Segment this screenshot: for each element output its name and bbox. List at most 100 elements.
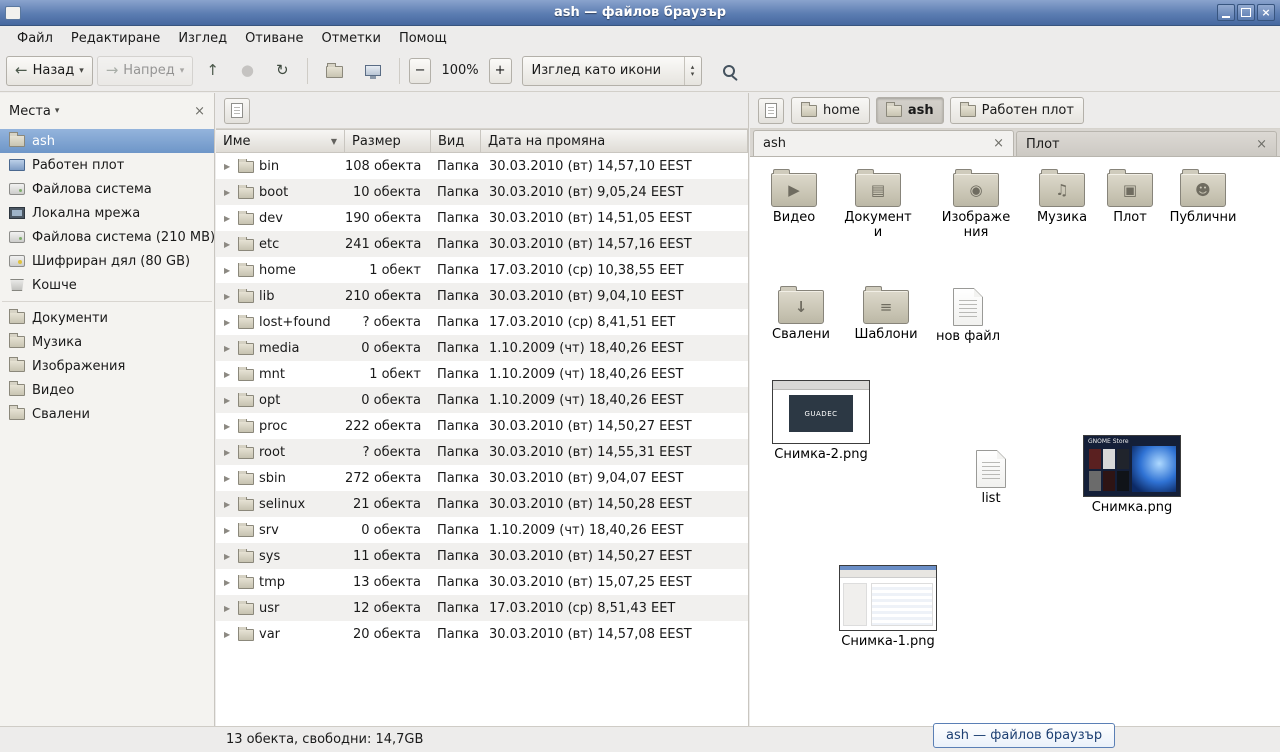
table-row[interactable]: ▶ srv 0 обекта Папка 1.10.2009 (чт) 18,4…: [216, 517, 748, 543]
icon-item[interactable]: GUADEC Снимка-2.png: [769, 380, 873, 463]
tab[interactable]: Плот ×: [1016, 131, 1277, 156]
table-row[interactable]: ▶ root ? обекта Папка 30.03.2010 (вт) 14…: [216, 439, 748, 465]
sidebar-place-item[interactable]: Кошче: [0, 273, 214, 297]
expander-icon[interactable]: ▶: [224, 422, 233, 431]
table-row[interactable]: ▶ opt 0 обекта Папка 1.10.2009 (чт) 18,4…: [216, 387, 748, 413]
icon-item[interactable]: Музика: [1025, 173, 1099, 226]
expander-icon[interactable]: ▶: [224, 604, 233, 613]
table-row[interactable]: ▶ selinux 21 обекта Папка 30.03.2010 (вт…: [216, 491, 748, 517]
tab-close-icon[interactable]: ×: [993, 137, 1004, 150]
up-button[interactable]: ↑: [197, 56, 228, 86]
maximize-button[interactable]: [1237, 4, 1255, 21]
icon-item[interactable]: Видео: [757, 173, 831, 226]
path-button[interactable]: Работен плот: [950, 97, 1084, 124]
home-folder-button[interactable]: [317, 56, 352, 86]
view-mode-select[interactable]: Изглед като икони ▴▾: [522, 56, 702, 86]
menu-item[interactable]: Отметки: [312, 29, 389, 48]
table-row[interactable]: ▶ tmp 13 обекта Папка 30.03.2010 (вт) 15…: [216, 569, 748, 595]
menu-item[interactable]: Отиване: [236, 29, 312, 48]
sidebar-place-item[interactable]: ash: [0, 129, 214, 153]
expander-icon[interactable]: ▶: [224, 526, 233, 535]
expander-icon[interactable]: ▶: [224, 552, 233, 561]
sidebar-place-item[interactable]: Файлова система: [0, 177, 214, 201]
tab-close-icon[interactable]: ×: [1256, 138, 1267, 151]
table-row[interactable]: ▶ lib 210 обекта Папка 30.03.2010 (вт) 9…: [216, 283, 748, 309]
expander-icon[interactable]: ▶: [224, 396, 233, 405]
column-header-name[interactable]: Име ▼: [216, 129, 345, 153]
close-button[interactable]: ×: [1257, 4, 1275, 21]
expander-icon[interactable]: ▶: [224, 214, 233, 223]
expander-icon[interactable]: ▶: [224, 344, 233, 353]
expander-icon[interactable]: ▶: [224, 370, 233, 379]
column-header-date[interactable]: Дата на промяна: [481, 129, 748, 153]
expander-icon[interactable]: ▶: [224, 318, 233, 327]
column-header-type[interactable]: Вид: [431, 129, 481, 153]
table-row[interactable]: ▶ sys 11 обекта Папка 30.03.2010 (вт) 14…: [216, 543, 748, 569]
zoom-out-button[interactable]: −: [409, 58, 432, 84]
table-row[interactable]: ▶ sbin 272 обекта Папка 30.03.2010 (вт) …: [216, 465, 748, 491]
menu-item[interactable]: Изглед: [169, 29, 236, 48]
stop-button[interactable]: ●: [232, 56, 263, 86]
icon-item[interactable]: Снимка-1.png: [836, 565, 940, 650]
table-row[interactable]: ▶ etc 241 обекта Папка 30.03.2010 (вт) 1…: [216, 231, 748, 257]
table-row[interactable]: ▶ media 0 обекта Папка 1.10.2009 (чт) 18…: [216, 335, 748, 361]
table-row[interactable]: ▶ lost+found ? обекта Папка 17.03.2010 (…: [216, 309, 748, 335]
expander-icon[interactable]: ▶: [224, 448, 233, 457]
sidebar-place-item[interactable]: Музика: [0, 330, 214, 354]
reload-button[interactable]: ↻: [267, 56, 298, 86]
column-header-size[interactable]: Размер: [345, 129, 431, 153]
table-row[interactable]: ▶ mnt 1 обект Папка 1.10.2009 (чт) 18,40…: [216, 361, 748, 387]
icon-item[interactable]: list: [954, 450, 1028, 507]
icon-item[interactable]: Шаблони: [849, 290, 923, 343]
sidebar-place-item[interactable]: Локална мрежа: [0, 201, 214, 225]
expander-icon[interactable]: ▶: [224, 240, 233, 249]
table-row[interactable]: ▶ var 20 обекта Папка 30.03.2010 (вт) 14…: [216, 621, 748, 647]
sidebar-place-item[interactable]: Видео: [0, 378, 214, 402]
icon-item[interactable]: нов файл: [931, 288, 1005, 345]
zoom-in-button[interactable]: +: [489, 58, 512, 84]
search-button[interactable]: [714, 56, 744, 86]
pane-toggle-button[interactable]: [224, 98, 250, 124]
menu-item[interactable]: Редактиране: [62, 29, 169, 48]
icon-item[interactable]: Изображения: [939, 173, 1013, 241]
table-row[interactable]: ▶ bin 108 обекта Папка 30.03.2010 (вт) 1…: [216, 153, 748, 179]
icon-item[interactable]: Документи: [841, 173, 915, 241]
chevron-down-icon[interactable]: ▾: [55, 106, 60, 116]
icon-item[interactable]: Свалени: [764, 290, 838, 343]
sidebar-place-item[interactable]: Файлова система (210 MB): [0, 225, 214, 249]
sidebar-place-item[interactable]: Изображения: [0, 354, 214, 378]
table-row[interactable]: ▶ proc 222 обекта Папка 30.03.2010 (вт) …: [216, 413, 748, 439]
expander-icon[interactable]: ▶: [224, 292, 233, 301]
table-row[interactable]: ▶ boot 10 обекта Папка 30.03.2010 (вт) 9…: [216, 179, 748, 205]
sidebar-place-item[interactable]: Шифриран дял (80 GB): [0, 249, 214, 273]
expander-icon[interactable]: ▶: [224, 578, 233, 587]
path-button[interactable]: home: [791, 97, 870, 124]
computer-button[interactable]: [356, 56, 390, 86]
forward-button[interactable]: → Напред ▾: [97, 56, 194, 86]
expander-icon[interactable]: ▶: [224, 266, 233, 275]
table-row[interactable]: ▶ home 1 обект Папка 17.03.2010 (ср) 10,…: [216, 257, 748, 283]
menu-item[interactable]: Помощ: [390, 29, 456, 48]
icon-item[interactable]: Плот: [1093, 173, 1167, 226]
expander-icon[interactable]: ▶: [224, 162, 233, 171]
sidebar-close-icon[interactable]: ×: [194, 105, 205, 118]
sidebar-place-item[interactable]: Документи: [0, 306, 214, 330]
sidebar-place-item[interactable]: Свалени: [0, 402, 214, 426]
taskbar-window-button[interactable]: ash — файлов браузър: [933, 723, 1115, 748]
pane-toggle-button[interactable]: [758, 98, 784, 124]
sidebar-place-item[interactable]: Работен плот: [0, 153, 214, 177]
back-button[interactable]: ← Назад ▾: [6, 56, 93, 86]
expander-icon[interactable]: ▶: [224, 630, 233, 639]
tab[interactable]: ash ×: [753, 130, 1014, 156]
expander-icon[interactable]: ▶: [224, 474, 233, 483]
folder-icon: [9, 408, 25, 420]
expander-icon[interactable]: ▶: [224, 500, 233, 509]
icon-item[interactable]: GNOME Store Снимка.png: [1080, 435, 1184, 516]
menu-item[interactable]: Файл: [8, 29, 62, 48]
path-button[interactable]: ash: [876, 97, 944, 124]
icon-item[interactable]: Публични: [1166, 173, 1240, 226]
table-row[interactable]: ▶ usr 12 обекта Папка 17.03.2010 (ср) 8,…: [216, 595, 748, 621]
table-row[interactable]: ▶ dev 190 обекта Папка 30.03.2010 (вт) 1…: [216, 205, 748, 231]
expander-icon[interactable]: ▶: [224, 188, 233, 197]
minimize-button[interactable]: [1217, 4, 1235, 21]
